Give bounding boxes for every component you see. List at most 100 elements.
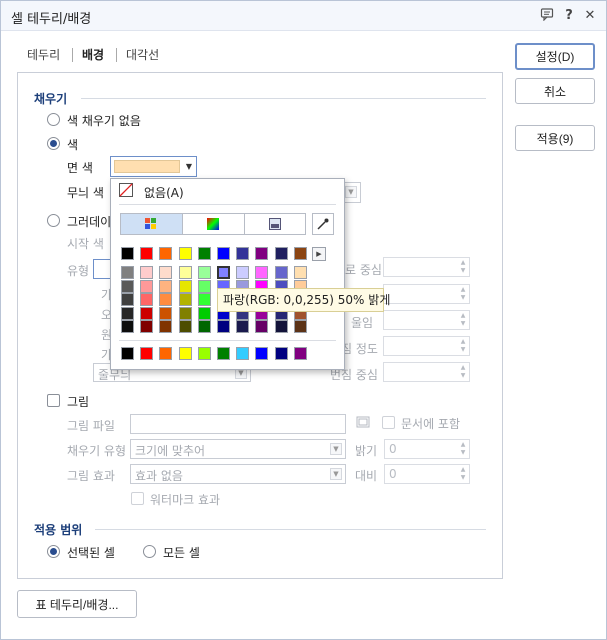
recent-color-swatch[interactable]	[159, 347, 173, 360]
tab-background[interactable]: 배경	[82, 46, 104, 63]
color-swatch[interactable]	[178, 279, 192, 293]
no-color-option[interactable]: 없음(A)	[144, 184, 184, 201]
close-icon[interactable]: ✕	[581, 7, 599, 25]
recent-color-swatch[interactable]	[236, 347, 250, 360]
color-swatch[interactable]	[178, 247, 192, 260]
color-swatch[interactable]	[159, 247, 173, 260]
color-swatch[interactable]	[255, 266, 269, 279]
type-label: 유형	[67, 264, 90, 278]
eyedropper-button[interactable]	[312, 213, 334, 235]
palette-spectrum-tab[interactable]	[183, 214, 245, 234]
palette-custom-tab[interactable]	[245, 214, 305, 234]
color-swatch[interactable]	[121, 247, 134, 260]
all-cells-radio[interactable]	[143, 545, 156, 558]
color-swatch[interactable]	[159, 279, 173, 293]
recent-color-swatch[interactable]	[140, 347, 154, 360]
folder-open-icon[interactable]	[355, 414, 373, 432]
color-swatch[interactable]	[140, 266, 154, 279]
color-swatch[interactable]	[159, 306, 173, 320]
comment-icon[interactable]	[538, 7, 556, 25]
h-center-spinner[interactable]: ▲ ▼	[383, 257, 470, 277]
color-swatch[interactable]	[274, 320, 288, 333]
color-swatch[interactable]	[197, 247, 211, 260]
color-swatch[interactable]	[178, 266, 192, 279]
ok-button[interactable]: 설정(D)	[515, 43, 595, 70]
color-swatch[interactable]	[293, 320, 307, 333]
color-swatch[interactable]	[140, 306, 154, 320]
picture-effect-combo[interactable]: 효과 없음 ▼	[130, 464, 346, 484]
color-swatch[interactable]	[255, 320, 269, 333]
color-swatch[interactable]	[121, 279, 134, 293]
pattern-color-label: 무늬 색	[67, 186, 104, 200]
cancel-button[interactable]: 취소	[515, 78, 595, 104]
color-swatch[interactable]	[140, 279, 154, 293]
recent-color-swatch[interactable]	[178, 347, 192, 360]
color-swatch[interactable]	[121, 320, 134, 333]
tab-border[interactable]: 테두리	[27, 46, 60, 63]
color-swatch[interactable]	[178, 320, 192, 333]
face-color-picker[interactable]: ▼	[110, 156, 197, 177]
color-swatch[interactable]	[178, 306, 192, 320]
color-swatch[interactable]	[197, 320, 211, 333]
recent-color-swatch[interactable]	[293, 347, 307, 360]
color-swatch[interactable]	[293, 247, 307, 260]
spectrum-palette-icon	[207, 218, 219, 233]
color-fill-radio[interactable]	[47, 137, 60, 150]
contrast-spinner[interactable]: 0 ▲ ▼	[384, 464, 470, 484]
face-color-swatch	[114, 160, 180, 173]
color-swatch[interactable]	[217, 266, 230, 279]
color-swatch[interactable]	[197, 279, 211, 293]
color-swatch[interactable]	[178, 293, 192, 306]
color-swatch[interactable]	[274, 266, 288, 279]
recent-color-swatch[interactable]	[274, 347, 288, 360]
color-swatch[interactable]	[293, 266, 307, 279]
recent-color-swatch[interactable]	[197, 347, 211, 360]
color-swatch[interactable]	[236, 247, 250, 260]
color-swatch[interactable]	[217, 247, 230, 260]
color-swatch[interactable]	[197, 293, 211, 306]
color-swatch[interactable]	[121, 306, 134, 320]
picture-file-input[interactable]	[130, 414, 346, 434]
color-swatch[interactable]	[197, 266, 211, 279]
apply-button[interactable]: 적용(9)	[515, 125, 595, 151]
fill-type-combo[interactable]: 크기에 맞추어 ▼	[130, 439, 346, 459]
color-swatch[interactable]	[159, 320, 173, 333]
color-swatch[interactable]	[140, 320, 154, 333]
spread-center-spinner[interactable]: ▲ ▼	[383, 362, 470, 382]
include-in-doc-checkbox[interactable]	[382, 416, 395, 429]
recent-color-swatch[interactable]	[255, 347, 269, 360]
color-swatch[interactable]	[140, 247, 154, 260]
help-icon[interactable]: ?	[560, 7, 578, 25]
table-border-background-button[interactable]: 표 테두리/배경...	[17, 590, 137, 618]
picture-checkbox[interactable]	[47, 394, 60, 407]
no-fill-radio[interactable]	[47, 113, 60, 126]
color-swatch[interactable]	[274, 247, 288, 260]
color-swatch[interactable]	[140, 293, 154, 306]
recent-color-swatch[interactable]	[121, 347, 134, 360]
tab-diagonal[interactable]: 대각선	[126, 46, 159, 63]
gradient-radio[interactable]	[47, 214, 60, 227]
palette-grid-tab[interactable]	[121, 214, 183, 234]
spread-spinner[interactable]: ▲ ▼	[383, 336, 470, 356]
watermark-checkbox[interactable]	[131, 492, 144, 505]
color-swatch[interactable]	[217, 320, 230, 333]
recent-color-swatch[interactable]	[217, 347, 230, 360]
color-swatch[interactable]	[121, 266, 134, 279]
gradient-type-list[interactable]	[93, 259, 111, 279]
color-swatch[interactable]	[236, 320, 250, 333]
fill-section-label: 채우기	[34, 92, 68, 106]
slope-spinner[interactable]: ▲ ▼	[383, 310, 470, 330]
color-swatch[interactable]	[197, 306, 211, 320]
color-swatch[interactable]	[255, 247, 269, 260]
chevron-down-icon: ▼	[330, 468, 342, 480]
color-swatch[interactable]	[236, 266, 250, 279]
v-center-spinner[interactable]: ▲ ▼	[383, 284, 470, 304]
color-swatch[interactable]	[121, 293, 134, 306]
more-colors-arrow[interactable]: ▶	[312, 247, 326, 261]
color-swatch[interactable]	[159, 293, 173, 306]
chevron-down-icon: ▼	[185, 162, 193, 171]
color-swatch[interactable]	[159, 266, 173, 279]
selected-cells-radio[interactable]	[47, 545, 60, 558]
cell-border-background-dialog: 셀 테두리/배경 ? ✕ 테두리 배경 대각선 설정(D) 취소 적용(9) 채…	[0, 0, 607, 640]
brightness-spinner[interactable]: 0 ▲ ▼	[384, 439, 470, 459]
